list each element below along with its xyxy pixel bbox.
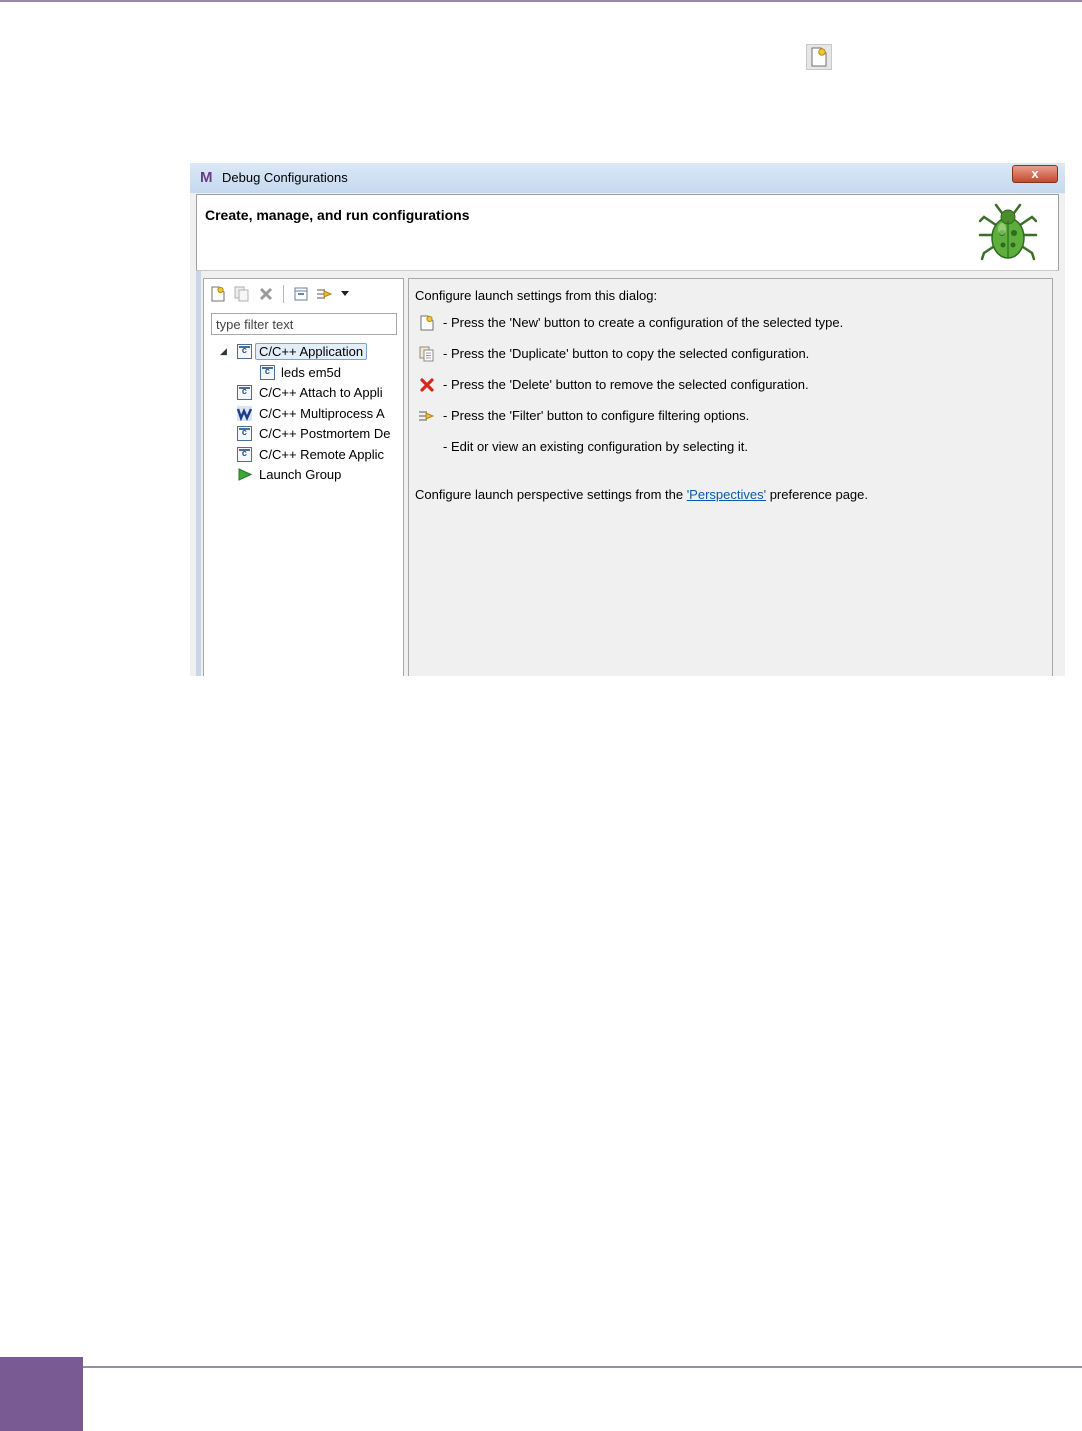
tree-item-launch-group[interactable]: Launch Group [204, 465, 403, 486]
perspective-settings-text: Configure launch perspective settings fr… [415, 487, 868, 502]
tree-item-c-remote[interactable]: c C/C++ Remote Applic [204, 445, 403, 466]
c-application-icon: c [237, 385, 252, 400]
configuration-tree: ◢ c C/C++ Application c leds em5d c C/C+… [204, 342, 403, 486]
app-logo: M [200, 169, 213, 186]
filter-icon[interactable] [315, 284, 335, 304]
delete-icon[interactable] [256, 284, 276, 304]
perspective-prefix: Configure launch perspective settings fr… [415, 487, 687, 502]
configuration-tree-pane: ◢ c C/C++ Application c leds em5d c C/C+… [203, 278, 404, 676]
new-config-icon [417, 314, 437, 332]
tree-item-label: Launch Group [259, 467, 342, 482]
title-bar[interactable]: M Debug Configurations x [190, 163, 1065, 193]
tree-item-label: C/C++ Application [255, 343, 368, 360]
tree-item-label: C/C++ Multiprocess A [259, 405, 385, 421]
new-config-icon[interactable] [208, 284, 228, 304]
collapse-all-icon[interactable] [291, 284, 311, 304]
tree-item-c-multiprocess[interactable]: C/C++ Multiprocess A [204, 404, 403, 425]
tree-item-label: C/C++ Remote Applic [259, 446, 385, 462]
multiprocess-icon [236, 405, 253, 421]
instruction-text: - Edit or view an existing configuration… [443, 439, 748, 454]
left-frame [196, 271, 201, 676]
debug-configurations-dialog: M Debug Configurations x Create, manage,… [190, 163, 1065, 676]
launch-group-icon [237, 467, 253, 482]
top-rule [0, 0, 1082, 2]
tree-item-c-application[interactable]: ◢ c C/C++ Application [204, 342, 403, 363]
c-application-icon: c [260, 364, 275, 380]
launch-settings-pane: Configure launch settings from this dial… [408, 278, 1053, 676]
instruction-text: - Press the 'New' button to create a con… [443, 315, 844, 330]
tree-toolbar [208, 283, 351, 305]
duplicate-icon[interactable] [232, 284, 252, 304]
intro-text: Configure launch settings from this dial… [415, 288, 658, 303]
dialog-banner: Create, manage, and run configurations [196, 194, 1059, 271]
filter-icon [417, 407, 437, 425]
filter-input[interactable] [211, 313, 397, 335]
c-application-icon: c [237, 446, 252, 462]
tree-item-c-attach[interactable]: c C/C++ Attach to Appli [204, 383, 403, 404]
chevron-down-icon[interactable] [339, 284, 351, 304]
perspective-suffix: preference page. [766, 487, 868, 502]
dialog-title: Debug Configurations [222, 170, 348, 185]
c-application-icon: c [237, 426, 252, 441]
perspectives-link[interactable]: 'Perspectives' [687, 487, 766, 502]
dialog-heading: Create, manage, and run configurations [205, 207, 470, 223]
new-config-icon [806, 44, 832, 70]
c-application-icon: c [237, 344, 252, 359]
tree-item-label: C/C++ Postmortem De [259, 426, 391, 441]
duplicate-icon [417, 345, 437, 363]
toolbar-separator [283, 285, 284, 303]
tree-item-c-postmortem[interactable]: c C/C++ Postmortem De [204, 424, 403, 445]
instruction-text: - Press the 'Delete' button to remove th… [443, 377, 809, 392]
tree-item-label: leds em5d [281, 364, 341, 380]
close-button[interactable]: x [1012, 165, 1058, 183]
footer-rule [83, 1366, 1082, 1368]
expand-triangle-icon[interactable]: ◢ [220, 346, 227, 357]
footer-color-block [0, 1357, 83, 1431]
instruction-text: - Press the 'Duplicate' button to copy t… [443, 346, 810, 361]
tree-item-leds-em5d[interactable]: c leds em5d [204, 363, 403, 384]
delete-icon [417, 376, 437, 394]
bug-icon [974, 201, 1042, 272]
instruction-text: - Press the 'Filter' button to configure… [443, 408, 750, 423]
tree-item-label: C/C++ Attach to Appli [259, 385, 383, 400]
